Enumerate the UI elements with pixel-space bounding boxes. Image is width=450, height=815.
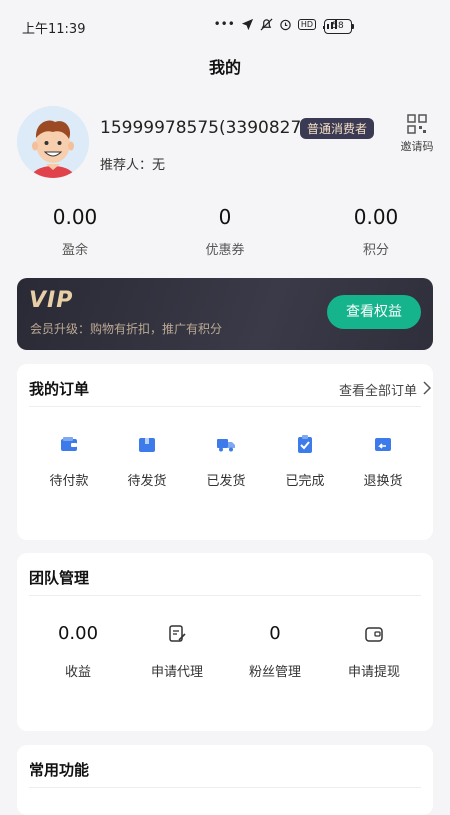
user-phone-id: 15999978575(3390827) — [100, 118, 308, 138]
common-functions-card: 常用功能 — [17, 745, 433, 815]
chevron-right-icon — [423, 381, 431, 395]
orders-title: 我的订单 — [29, 380, 90, 398]
wallet-icon — [61, 437, 77, 451]
order-pending-shipment[interactable]: 待发货 — [107, 434, 187, 489]
member-level-badge: 普通消费者 — [300, 118, 375, 139]
team-earnings[interactable]: 0.00 收益 — [28, 623, 128, 680]
order-item-label: 待发货 — [127, 474, 167, 489]
stat-value: 0 — [218, 205, 232, 229]
order-shipped[interactable]: 已发货 — [186, 434, 266, 489]
stat-label: 盈余 — [61, 243, 88, 258]
team-value: 0 — [269, 623, 281, 644]
stat-label: 优惠券 — [205, 243, 245, 258]
team-value: 0.00 — [57, 623, 99, 644]
stat-coupons[interactable]: 0 优惠券 — [165, 205, 285, 258]
vip-description: 会员升级：购物有折扣，推广有积分 — [30, 322, 223, 336]
apply-agent[interactable]: 申请代理 — [127, 623, 227, 680]
stat-surplus[interactable]: 0.00 盈余 — [15, 205, 135, 258]
team-item-label: 申请提现 — [347, 665, 400, 680]
stat-value: 0.00 — [52, 205, 98, 229]
page-title: 我的 — [208, 58, 241, 77]
team-item-label: 申请代理 — [150, 665, 203, 680]
invite-code-button[interactable]: 邀请码 — [396, 114, 438, 154]
status-icons: ••• HD — [214, 17, 340, 31]
order-item-label: 退换货 — [363, 474, 403, 489]
more-dots-icon: ••• — [213, 17, 235, 31]
divider — [29, 406, 421, 407]
avatar[interactable] — [17, 106, 89, 178]
divider — [29, 787, 421, 788]
edit-document-icon — [169, 625, 186, 642]
order-returns[interactable]: 退换货 — [343, 434, 423, 489]
view-all-orders-link[interactable]: 查看全部订单 — [338, 380, 431, 399]
team-item-label: 粉丝管理 — [248, 665, 301, 680]
divider — [29, 595, 421, 596]
status-time: 上午11:39 — [22, 22, 86, 37]
profile-section: 15999978575(3390827) 普通消费者 推荐人：无 邀请码 — [0, 100, 450, 195]
view-benefits-button[interactable]: 查看权益 — [327, 295, 421, 329]
status-bar: 上午11:39 ••• HD 58 — [0, 0, 450, 52]
stat-value: 0.00 — [353, 205, 399, 229]
qr-code-icon — [407, 114, 427, 134]
view-all-orders-label: 查看全部订单 — [338, 384, 417, 399]
clipboard-check-icon — [298, 435, 312, 453]
avatar-illustration — [17, 106, 89, 178]
order-item-label: 待付款 — [49, 474, 89, 489]
alarm-icon — [280, 19, 291, 30]
stat-points[interactable]: 0.00 积分 — [316, 205, 436, 258]
package-icon — [139, 438, 155, 452]
functions-title: 常用功能 — [29, 761, 90, 779]
truck-icon — [217, 439, 235, 452]
location-arrow-icon — [241, 18, 253, 30]
stat-label: 积分 — [362, 243, 389, 258]
return-icon — [375, 438, 391, 451]
hd-badge: HD — [297, 18, 316, 30]
order-item-label: 已完成 — [285, 474, 325, 489]
order-item-label: 已发货 — [206, 474, 246, 489]
my-orders-card: 我的订单 查看全部订单 待付款 待发货 已发货 已完成 退换货 — [17, 364, 433, 540]
mute-bell-icon — [260, 18, 273, 30]
team-item-label: 收益 — [64, 665, 91, 680]
vip-card: VIP 会员升级：购物有折扣，推广有积分 查看权益 — [17, 278, 433, 350]
stats-row: 0.00 盈余 0 优惠券 0.00 积分 — [0, 205, 450, 265]
team-management-card: 团队管理 0.00 收益 申请代理 0 粉丝管理 申请提现 — [17, 553, 433, 731]
order-completed[interactable]: 已完成 — [265, 434, 345, 489]
wallet-outline-icon — [365, 627, 383, 642]
vip-logo: VIP — [29, 288, 74, 313]
invite-code-label: 邀请码 — [400, 140, 434, 153]
battery-indicator: 58 — [324, 19, 354, 34]
referrer-text: 推荐人：无 — [100, 158, 166, 173]
apply-withdraw[interactable]: 申请提现 — [324, 623, 424, 680]
team-title: 团队管理 — [29, 569, 90, 587]
order-pending-payment[interactable]: 待付款 — [29, 434, 109, 489]
fans-management[interactable]: 0 粉丝管理 — [225, 623, 325, 680]
